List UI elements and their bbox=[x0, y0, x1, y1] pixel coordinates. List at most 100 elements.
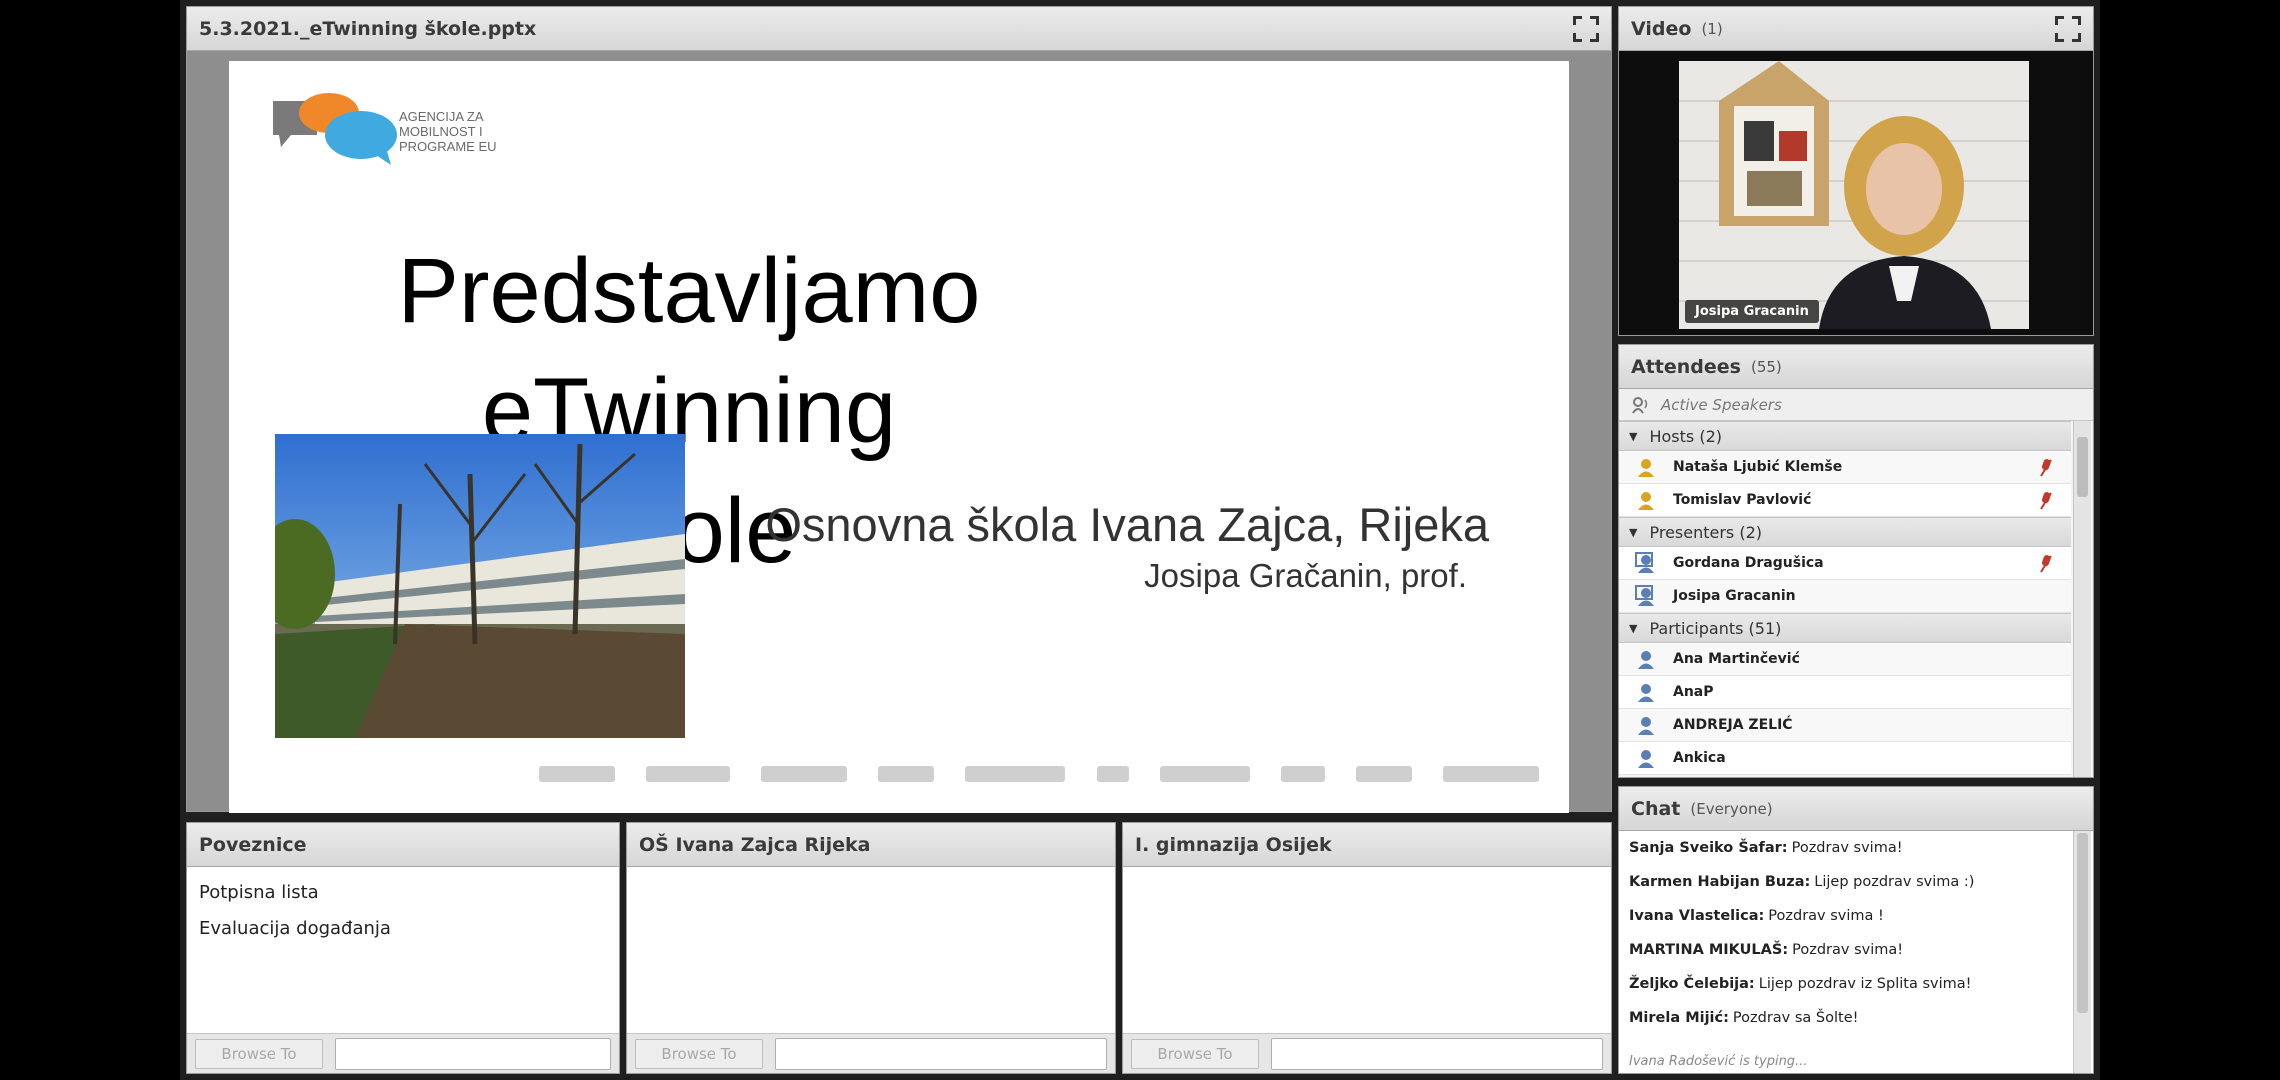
attendee-row[interactable]: Ana Martinčević bbox=[1619, 643, 2071, 676]
presenter-icon bbox=[1635, 585, 1654, 606]
weblinks-pod-header: Poveznice bbox=[187, 823, 619, 867]
weblinks-pod-header: OŠ Ivana Zajca Rijeka bbox=[627, 823, 1115, 867]
weblinks-list bbox=[1123, 867, 1611, 1033]
attendee-name: Gordana Dragušica bbox=[1673, 555, 1824, 571]
partner-logo-icon bbox=[761, 766, 848, 782]
weblinks-footer: Browse To bbox=[187, 1033, 619, 1073]
attendee-row[interactable]: AnaP bbox=[1619, 676, 2071, 709]
chat-scope[interactable]: (Everyone) bbox=[1690, 800, 1772, 818]
attendee-name: Ankica bbox=[1673, 750, 1726, 766]
url-input[interactable] bbox=[775, 1037, 1107, 1070]
attendee-group-label: Presenters (2) bbox=[1649, 522, 1763, 542]
chat-scrollbar[interactable] bbox=[2073, 831, 2091, 1073]
active-speakers-row: Active Speakers bbox=[1619, 389, 2093, 421]
chat-text: Pozdrav svima! bbox=[1791, 840, 1903, 856]
weblinks-footer: Browse To bbox=[627, 1033, 1115, 1073]
partner-logo-icon bbox=[1280, 766, 1325, 782]
weblinks-pod-title: Poveznice bbox=[199, 833, 307, 856]
partner-logo-icon bbox=[878, 766, 935, 782]
attendee-group-label: Hosts (2) bbox=[1649, 426, 1722, 446]
share-pod-title: 5.3.2021._eTwinning škole.pptx bbox=[199, 17, 537, 40]
participant-icon bbox=[1638, 717, 1654, 735]
attendee-group[interactable]: ▼ Participants (51) bbox=[1619, 613, 2071, 643]
chat-message: Ivana Vlastelica: Pozdrav svima ! bbox=[1619, 899, 2093, 933]
chat-author: Mirela Mijić: bbox=[1629, 1010, 1729, 1026]
school-photo bbox=[275, 434, 685, 738]
chat-text: Pozdrav sa Šolte! bbox=[1732, 1010, 1859, 1026]
collapse-triangle-icon[interactable]: ▼ bbox=[1629, 622, 1637, 635]
webcam-image bbox=[1679, 61, 2029, 329]
chat-message: Sanja Sveiko Šafar: Pozdrav svima! bbox=[1619, 831, 2093, 865]
active-speakers-label: Active Speakers bbox=[1661, 395, 1782, 414]
partner-logo-icon bbox=[646, 766, 731, 782]
microphone-icon[interactable] bbox=[2037, 458, 2055, 478]
attendee-row[interactable]: Gordana Dragušica bbox=[1619, 547, 2071, 580]
url-input[interactable] bbox=[1271, 1037, 1603, 1070]
share-pod-header: 5.3.2021._eTwinning škole.pptx bbox=[187, 7, 1611, 51]
attendee-group[interactable]: ▼ Hosts (2) bbox=[1619, 421, 2071, 451]
chat-author: Sanja Sveiko Šafar: bbox=[1629, 840, 1788, 856]
attendee-list: ▼ Hosts (2) Nataša Ljubić Klemše Tomisla… bbox=[1619, 421, 2071, 777]
chat-message: Mirela Mijić: Pozdrav sa Šolte! bbox=[1619, 1001, 2093, 1035]
browse-to-button[interactable]: Browse To bbox=[1131, 1038, 1259, 1069]
browse-to-button[interactable]: Browse To bbox=[635, 1038, 763, 1069]
participant-icon bbox=[1638, 750, 1654, 768]
collapse-triangle-icon[interactable]: ▼ bbox=[1629, 526, 1637, 539]
attendee-scroll-thumb[interactable] bbox=[2077, 437, 2088, 497]
attendee-row[interactable]: Josipa Gracanin bbox=[1619, 580, 2071, 613]
video-pod: Video (1) Josipa Gracanin bbox=[1618, 6, 2094, 336]
chat-scroll-thumb[interactable] bbox=[2077, 833, 2088, 1013]
weblinks-pod-poveznice: Poveznice Potpisna lista Evaluacija doga… bbox=[186, 822, 620, 1074]
participant-icon bbox=[1638, 651, 1654, 669]
speaker-icon bbox=[1632, 396, 1648, 414]
partner-logos-strip bbox=[539, 759, 1539, 789]
attendee-row[interactable]: ANDREJA ZELIĆ bbox=[1619, 709, 2071, 742]
attendee-scrollbar[interactable] bbox=[2073, 421, 2091, 777]
chat-author: MARTINA MIKULAŠ: bbox=[1629, 942, 1789, 958]
partner-logo-icon bbox=[1159, 766, 1250, 782]
chat-pod-header: Chat (Everyone) bbox=[1619, 787, 2093, 831]
attendee-row[interactable]: Nataša Ljubić Klemše bbox=[1619, 451, 2071, 484]
presentation-slide: AGENCIJA ZA MOBILNOST I PROGRAME EU Pred… bbox=[229, 61, 1569, 813]
weblink-item[interactable]: Potpisna lista bbox=[199, 875, 607, 911]
partner-logo-icon bbox=[1096, 766, 1129, 782]
attendee-row[interactable]: Ankica bbox=[1619, 742, 2071, 775]
partner-logo-icon bbox=[1355, 766, 1412, 782]
attendee-name: Nataša Ljubić Klemše bbox=[1673, 459, 1843, 475]
typing-indicator: Ivana Radošević is typing... bbox=[1629, 1054, 1808, 1069]
weblinks-pod-header: I. gimnazija Osijek bbox=[1123, 823, 1611, 867]
attendee-group[interactable]: ▼ Presenters (2) bbox=[1619, 517, 2071, 547]
chat-message: MARTINA MIKULAŠ: Pozdrav svima! bbox=[1619, 933, 2093, 967]
partner-logo-icon bbox=[965, 766, 1066, 782]
partner-logo-icon bbox=[1442, 766, 1539, 782]
attendee-name: Ana Martinčević bbox=[1673, 651, 1800, 667]
attendee-row[interactable]: Tomislav Pavlović bbox=[1619, 484, 2071, 517]
chat-text: Pozdrav svima ! bbox=[1768, 908, 1884, 924]
chat-message: Karmen Habijan Buza: Lijep pozdrav svima… bbox=[1619, 865, 2093, 899]
weblinks-footer: Browse To bbox=[1123, 1033, 1611, 1073]
attendee-name: Tomislav Pavlović bbox=[1673, 492, 1812, 508]
partner-logo-icon bbox=[539, 766, 615, 782]
webcam-feed[interactable]: Josipa Gracanin bbox=[1679, 61, 2029, 329]
weblink-item[interactable]: Evaluacija događanja bbox=[199, 911, 607, 947]
microphone-icon[interactable] bbox=[2037, 491, 2055, 511]
weblinks-list: Potpisna lista Evaluacija događanja bbox=[187, 867, 619, 1033]
video-count: (1) bbox=[1701, 19, 1723, 38]
presenter-icon bbox=[1635, 552, 1654, 573]
chat-text: Lijep pozdrav svima :) bbox=[1814, 874, 1975, 890]
url-input[interactable] bbox=[335, 1037, 611, 1070]
collapse-triangle-icon[interactable]: ▼ bbox=[1629, 430, 1637, 443]
weblinks-pod-title: I. gimnazija Osijek bbox=[1135, 833, 1332, 856]
slide-author: Josipa Gračanin, prof. bbox=[1144, 557, 1467, 594]
chat-message: Željko Čelebija: Lijep pozdrav iz Splita… bbox=[1619, 967, 2093, 1001]
microphone-icon[interactable] bbox=[2037, 554, 2055, 574]
attendees-pod-header: Attendees (55) bbox=[1619, 345, 2093, 389]
chat-messages: Sanja Sveiko Šafar: Pozdrav svima! Karme… bbox=[1619, 831, 2093, 1073]
fullscreen-icon[interactable] bbox=[1573, 15, 1599, 42]
video-pod-title: Video bbox=[1631, 17, 1692, 40]
fullscreen-icon[interactable] bbox=[2055, 15, 2081, 42]
weblinks-pod-os-rijeka: OŠ Ivana Zajca Rijeka Browse To bbox=[626, 822, 1116, 1074]
browse-to-button[interactable]: Browse To bbox=[195, 1038, 323, 1069]
slide-subtitle: Osnovna škola Ivana Zajca, Rijeka bbox=[765, 498, 1489, 551]
attendees-pod-title: Attendees bbox=[1631, 355, 1741, 378]
